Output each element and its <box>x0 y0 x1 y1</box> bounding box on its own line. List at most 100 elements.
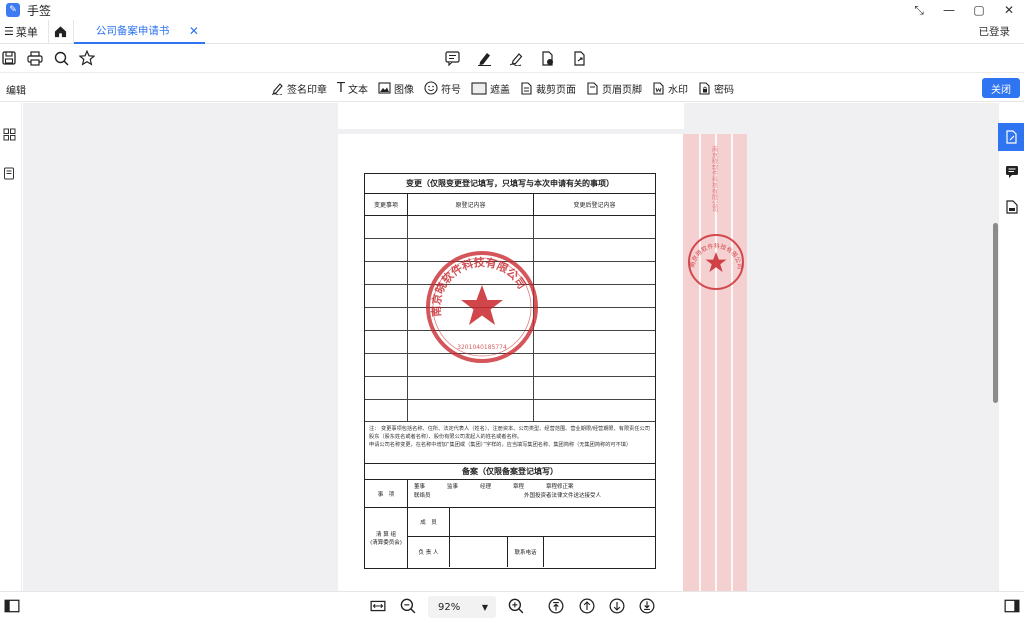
tool-watermark[interactable]: 水印 <box>652 79 688 97</box>
tab-label: 公司备案申请书 <box>95 25 170 37</box>
watermark-icon <box>653 81 664 95</box>
tool-mask[interactable]: 遮盖 <box>471 79 510 97</box>
maximize-icon[interactable]: — <box>934 0 964 20</box>
thumbnails-icon <box>3 128 16 141</box>
restore-icon[interactable]: ▢ <box>964 0 994 20</box>
column-header: 原登记内容 <box>408 194 534 215</box>
text-icon: T <box>337 80 345 96</box>
home-icon <box>55 26 67 38</box>
right-sidebar <box>998 103 1024 591</box>
last-page-icon[interactable] <box>639 598 655 614</box>
highlight-pen-icon[interactable] <box>475 49 493 67</box>
company-seal-stamp[interactable]: 南京晓软件科技有限公司 3201040185774 <box>424 249 540 365</box>
main-toolbar <box>0 45 1024 73</box>
login-status[interactable]: 已登录 <box>979 24 1011 39</box>
tool-text[interactable]: T 文本 <box>337 79 368 97</box>
edit-panel-tab[interactable] <box>998 123 1024 151</box>
note-line: 申请公司名称变更，在名称中增加“集团或（集团）”字样的，应当填写集团名称、集团简… <box>369 442 632 448</box>
tool-label: 裁剪页面 <box>535 84 576 96</box>
svg-text:3201040185774: 3201040185774 <box>457 344 507 351</box>
table-row <box>365 216 655 239</box>
window-controls: ⤡ — ▢ ✕ <box>904 0 1024 20</box>
form-title: 变更（仅限变更登记填写，只填写与本次申请有关的事项） <box>365 174 655 194</box>
previous-page-icon[interactable] <box>579 598 595 614</box>
signature-icon <box>271 82 283 95</box>
perforation-seal-strip: 南京晓软件科技有限公司 南京晓软件科技有限公司 <box>683 134 747 591</box>
crop-page-icon <box>521 81 532 95</box>
zoom-value: 92% <box>438 601 461 613</box>
document-export-icon[interactable] <box>571 49 589 67</box>
tool-signature[interactable]: 签名印章 <box>271 79 327 97</box>
left-sidebar <box>0 103 22 591</box>
sign-pen-icon[interactable] <box>507 49 525 67</box>
document-edit-icon <box>1005 130 1017 144</box>
tab-bar: ☰ 菜单 公司备案申请书 ✕ 已登录 <box>0 19 1024 44</box>
toggle-left-panel-icon[interactable] <box>4 598 20 614</box>
app-logo-icon: ✎ <box>6 3 20 17</box>
bottom-status-bar: 92% ▼ <box>0 591 1024 620</box>
tool-password[interactable]: 密码 <box>698 79 734 97</box>
menu-button[interactable]: ☰ 菜单 <box>4 24 38 40</box>
vertical-seal-text: 南京晓软件科技有限公司 <box>711 145 718 212</box>
table-row <box>365 377 655 400</box>
tool-label: 文本 <box>347 84 368 96</box>
tool-label: 签名印章 <box>287 84 327 96</box>
title-bar: ✎ 手签 ⤡ — ▢ ✕ <box>0 0 1024 20</box>
svg-text:南京晓软件科技有限公司: 南京晓软件科技有限公司 <box>711 145 718 212</box>
print-icon[interactable] <box>26 49 44 67</box>
next-page-icon[interactable] <box>609 598 625 614</box>
comment-icon[interactable] <box>443 49 461 67</box>
toggle-right-panel-icon[interactable] <box>1004 598 1020 614</box>
tool-label: 水印 <box>667 84 688 96</box>
edit-mode-label: 编辑 <box>6 86 26 97</box>
phone-label: 联系电话 <box>508 537 544 567</box>
zoom-in-icon[interactable] <box>508 598 524 614</box>
document-page[interactable]: 变更（仅限变更登记填写，只填写与本次申请有关的事项） 变更事项 原登记内容 变更… <box>338 134 684 591</box>
tool-label: 密码 <box>713 84 734 96</box>
header-footer-icon <box>587 81 598 95</box>
star-icon[interactable] <box>78 49 96 67</box>
note-line: 注： 变更事项包括名称、住所、法定代表人（姓名）、注册资本、公司类型、经营范围、… <box>369 426 650 440</box>
smiley-icon <box>424 81 438 95</box>
previous-page <box>338 103 684 129</box>
home-button[interactable] <box>47 19 74 44</box>
record-item-label: 事 项 <box>365 480 408 507</box>
liquidation-row: 清 算 组 (清算委员会) 成 员 负 责 人 联系电话 <box>365 508 655 568</box>
save-icon[interactable] <box>0 49 18 67</box>
tool-label: 符号 <box>440 84 461 96</box>
leader-label: 负 责 人 <box>408 537 450 567</box>
tool-image[interactable]: 图像 <box>378 79 414 97</box>
first-page-icon[interactable] <box>548 598 564 614</box>
menu-label: 菜单 <box>15 25 38 39</box>
record-title: 备案（仅限备案登记填写） <box>365 464 655 480</box>
search-icon[interactable] <box>52 49 70 67</box>
member-label: 成 员 <box>408 508 450 536</box>
mask-icon <box>471 81 487 95</box>
tool-crop-page[interactable]: 裁剪页面 <box>520 79 576 97</box>
chevron-down-icon: ▼ <box>481 602 488 612</box>
close-edit-button[interactable]: 关闭 <box>982 78 1020 98</box>
image-icon <box>378 82 391 94</box>
form-notes: 注： 变更事项包括名称、住所、法定代表人（姓名）、注册资本、公司类型、经营范围、… <box>365 422 655 464</box>
tab-close-icon[interactable]: ✕ <box>189 24 199 38</box>
document-canvas[interactable]: 变更（仅限变更登记填写，只填写与本次申请有关的事项） 变更事项 原登记内容 变更… <box>23 103 998 591</box>
tool-header-footer[interactable]: 页眉页脚 <box>586 79 642 97</box>
tool-label: 遮盖 <box>489 84 510 96</box>
zoom-level-select[interactable]: 92% ▼ <box>428 596 496 618</box>
close-icon[interactable]: ✕ <box>994 0 1024 20</box>
app-title: 手签 <box>27 3 52 18</box>
hamburger-icon: ☰ <box>4 25 14 38</box>
document-info-icon[interactable] <box>1006 200 1018 214</box>
zoom-out-icon[interactable] <box>400 598 416 614</box>
comment-panel-icon[interactable] <box>1005 165 1019 179</box>
record-options: 联络员 外国投资者法律文件送达接受人 <box>414 493 602 499</box>
small-seal-stamp: 南京晓软件科技有限公司 <box>688 234 744 290</box>
minimize-icon[interactable]: ⤡ <box>904 0 934 20</box>
password-icon <box>699 81 710 95</box>
edit-toolbar: 编辑 签名印章 T 文本 图像 符号 遮盖 裁剪页面 页眉页脚 水印 密码 关闭 <box>0 74 1024 102</box>
tool-symbol[interactable]: 符号 <box>424 79 461 97</box>
record-options: 董事 监事 经理 章程 章程修正案 <box>414 484 574 490</box>
tab-document[interactable]: 公司备案申请书 ✕ <box>73 20 205 44</box>
document-stamp-icon[interactable] <box>539 49 557 67</box>
fit-width-icon[interactable] <box>370 598 386 614</box>
